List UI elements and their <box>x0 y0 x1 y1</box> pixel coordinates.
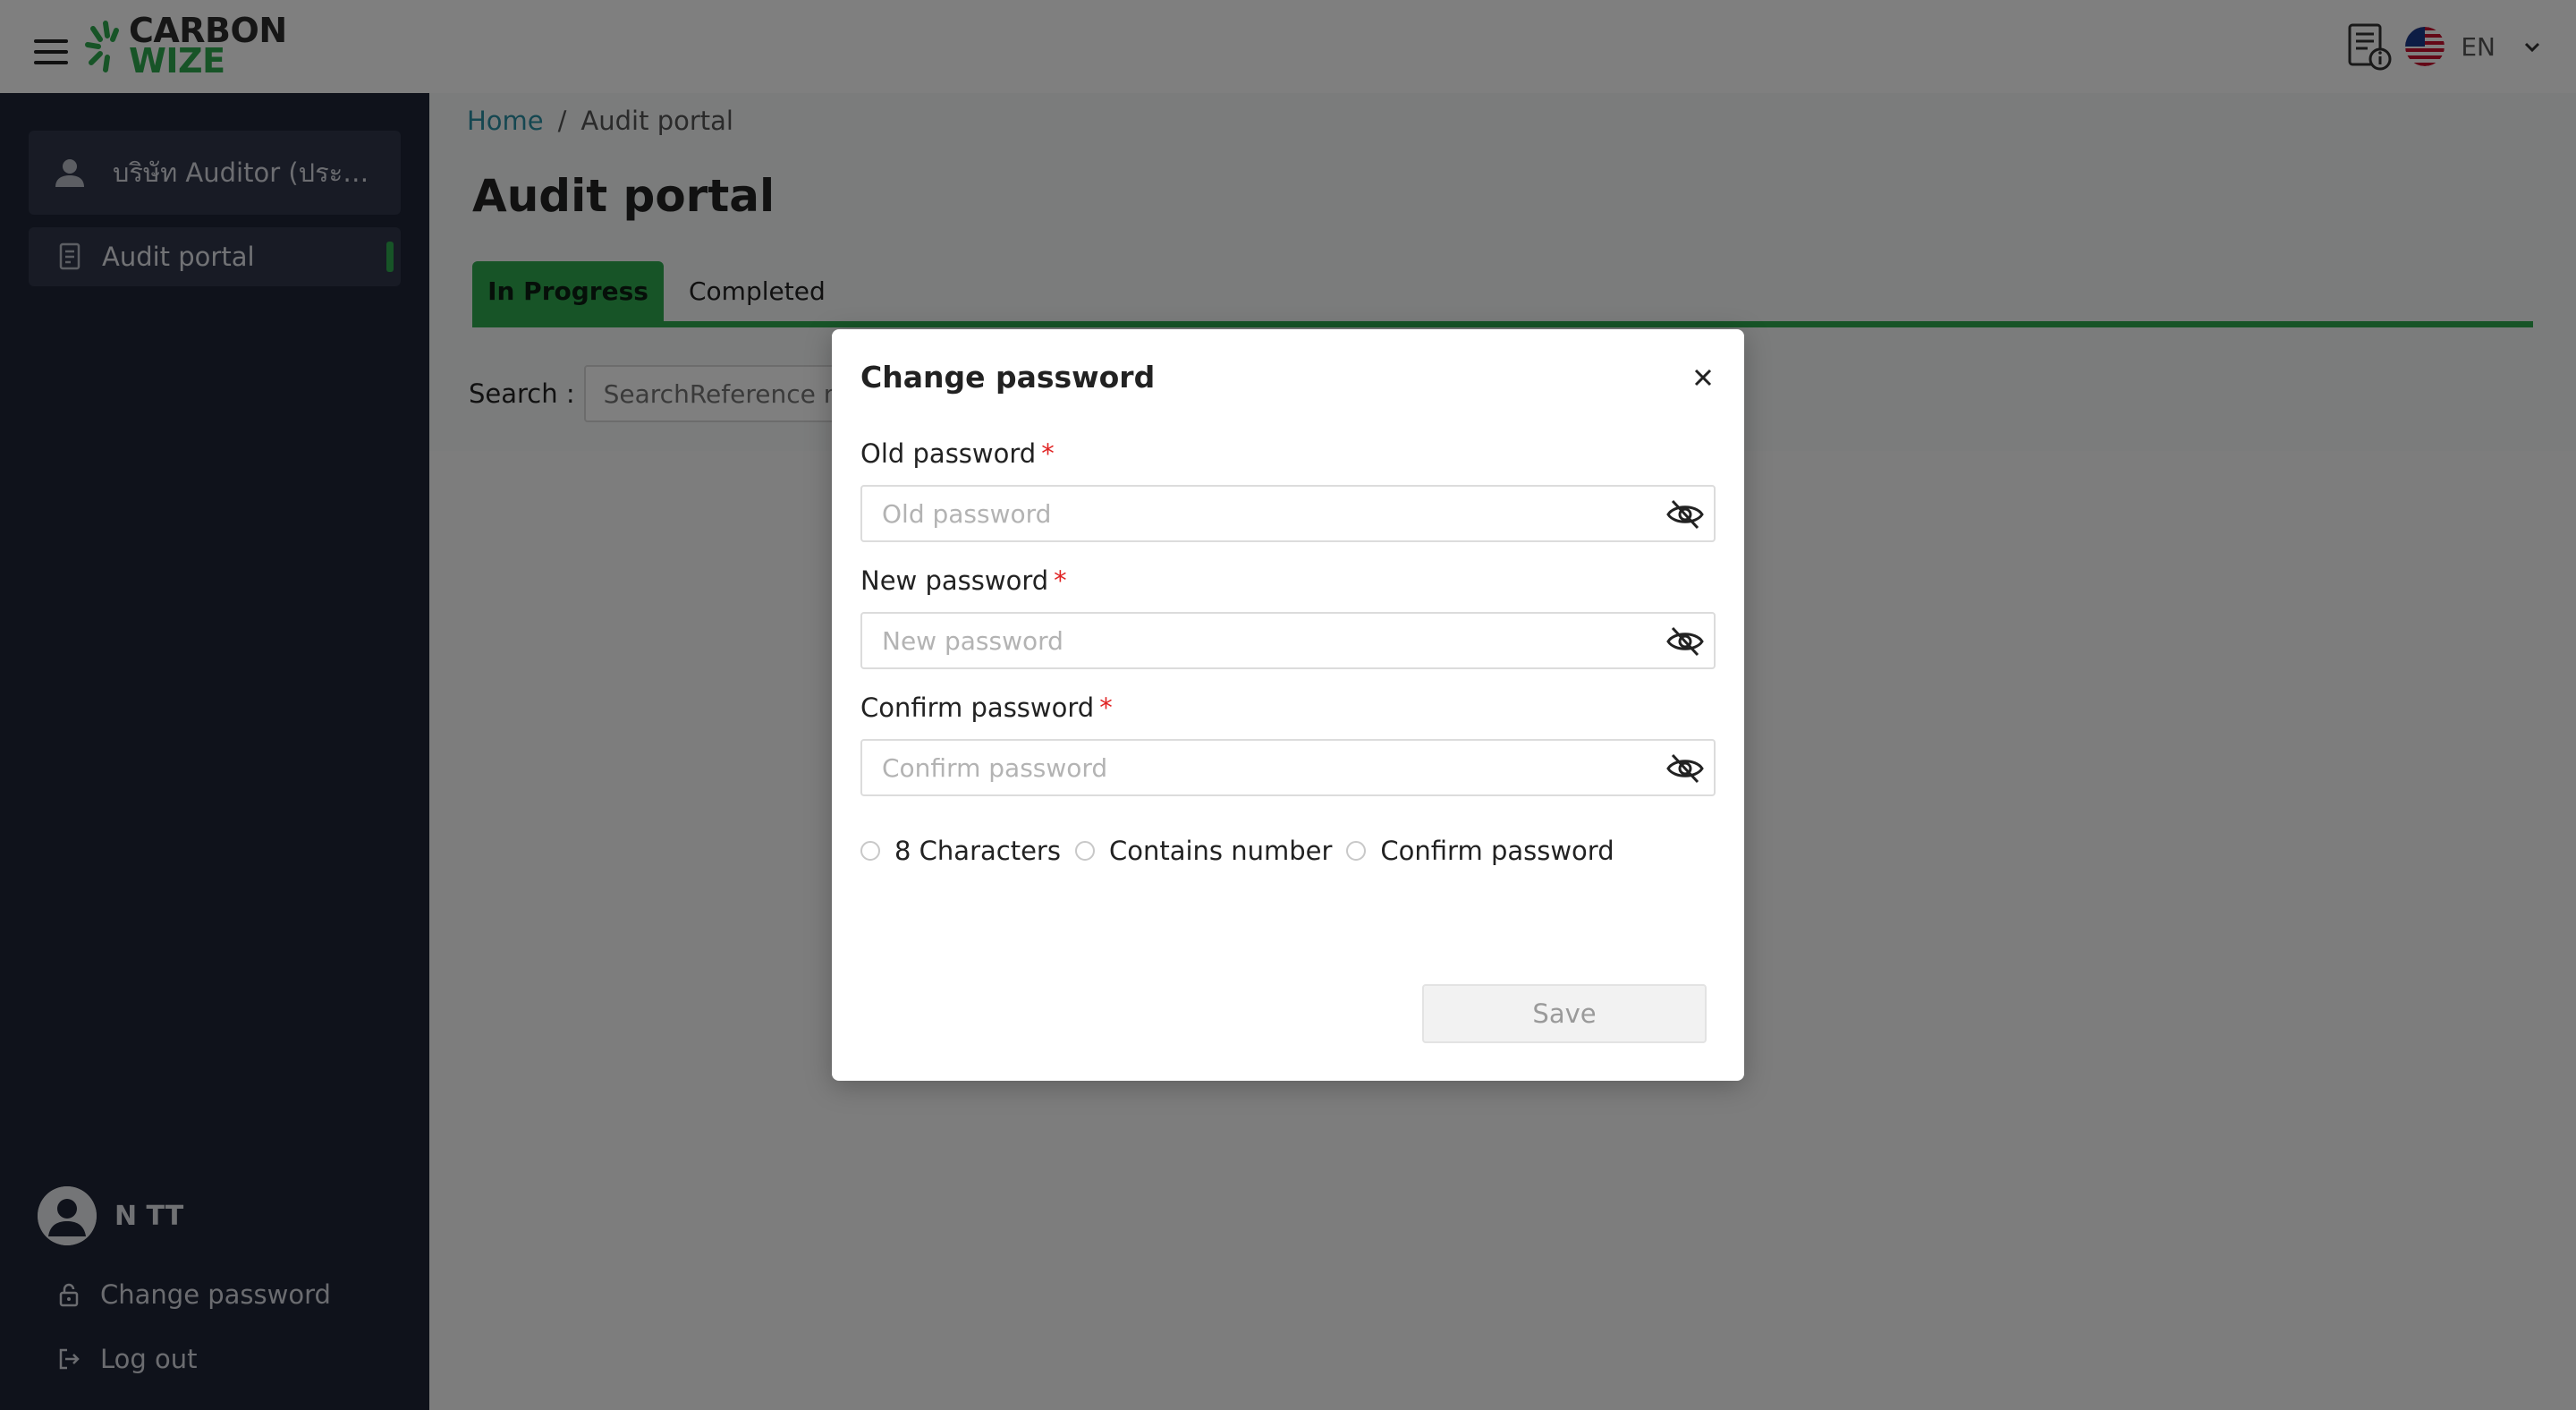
old-password-input[interactable] <box>862 487 1631 540</box>
rule-label: Contains number <box>1108 836 1333 866</box>
rule-label: Confirm password <box>1380 836 1614 866</box>
required-mark: * <box>1041 438 1055 469</box>
rule-confirm-password: Confirm password <box>1346 836 1614 866</box>
rule-contains-number: Contains number <box>1074 836 1333 866</box>
eye-off-icon[interactable] <box>1665 752 1705 786</box>
change-password-modal: Change password Old password * New passwo… <box>832 329 1744 1081</box>
new-password-input[interactable] <box>862 614 1631 667</box>
rule-indicator <box>860 841 880 861</box>
confirm-password-label-text: Confirm password <box>860 692 1095 723</box>
new-password-label: New password * <box>860 565 1067 596</box>
rule-indicator <box>1346 841 1367 861</box>
rule-indicator <box>1074 841 1095 861</box>
modal-title: Change password <box>860 360 1156 395</box>
rule-8-characters: 8 Characters <box>860 836 1061 866</box>
rule-label: 8 Characters <box>894 836 1061 866</box>
eye-off-icon[interactable] <box>1665 497 1705 531</box>
confirm-password-field <box>860 739 1716 796</box>
confirm-password-label: Confirm password * <box>860 692 1113 723</box>
save-button[interactable]: Save <box>1422 984 1707 1043</box>
required-mark: * <box>1099 692 1113 723</box>
password-rules: 8 Characters Contains number Confirm pas… <box>860 836 1629 866</box>
old-password-field <box>860 485 1716 542</box>
old-password-label: Old password * <box>860 438 1055 469</box>
new-password-field <box>860 612 1716 669</box>
old-password-label-text: Old password <box>860 438 1037 469</box>
required-mark: * <box>1054 565 1067 596</box>
close-icon[interactable] <box>1690 365 1716 390</box>
new-password-label-text: New password <box>860 565 1049 596</box>
eye-off-icon[interactable] <box>1665 624 1705 658</box>
confirm-password-input[interactable] <box>862 741 1631 794</box>
